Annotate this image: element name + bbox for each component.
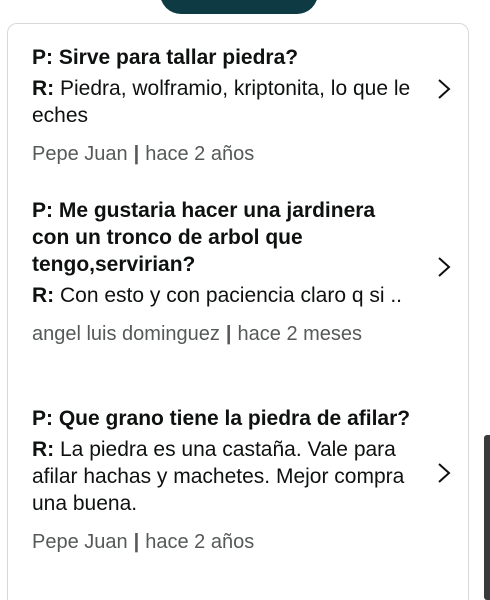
qa-item: P: Me gustaria hacer una jardinera con u… (32, 197, 412, 347)
answer-time: hace 2 años (145, 143, 255, 165)
chevron-right-icon[interactable] (434, 461, 454, 485)
qa-item: P: Que grano tiene la piedra de afilar? … (32, 405, 412, 555)
question-text[interactable]: P: Sirve para tallar piedra? (32, 44, 412, 71)
meta-separator: | (225, 323, 232, 345)
answer-text: R: Con esto y con paciencia claro q si .… (32, 282, 412, 309)
chevron-right-icon[interactable] (434, 77, 454, 101)
author-name: Pepe Juan (32, 143, 128, 165)
author-name: angel luis dominguez (32, 323, 220, 345)
answer-text: R: Piedra, wolframio, kriptonita, lo que… (32, 75, 412, 129)
answer-prefix: R: (32, 77, 55, 100)
answer-body: La piedra es una castaña. Vale para afil… (32, 438, 405, 515)
answer-time: hace 2 años (145, 531, 255, 553)
answer-prefix: R: (32, 284, 55, 307)
meta-separator: | (133, 143, 140, 165)
author-name: Pepe Juan (32, 531, 128, 553)
answer-time: hace 2 meses (237, 323, 363, 345)
answer-body: Con esto y con paciencia claro q si .. (54, 284, 403, 307)
qa-page: P: Sirve para tallar piedra? R: Piedra, … (0, 0, 490, 600)
question-text[interactable]: P: Que grano tiene la piedra de afilar? (32, 405, 412, 432)
answer-meta: Pepe Juan | hace 2 años (32, 141, 412, 167)
meta-separator: | (133, 531, 140, 553)
question-text[interactable]: P: Me gustaria hacer una jardinera con u… (32, 197, 412, 278)
answer-meta: angel luis dominguez | hace 2 meses (32, 321, 412, 347)
top-action-button[interactable] (160, 0, 318, 14)
answer-meta: Pepe Juan | hace 2 años (32, 529, 412, 555)
answer-prefix: R: (32, 438, 55, 461)
qa-item: P: Sirve para tallar piedra? R: Piedra, … (32, 44, 412, 167)
answer-body: Piedra, wolframio, kriptonita, lo que le… (32, 77, 411, 127)
scrollbar[interactable] (484, 435, 490, 600)
answer-text: R: La piedra es una castaña. Vale para a… (32, 436, 412, 517)
chevron-right-icon[interactable] (434, 255, 454, 279)
